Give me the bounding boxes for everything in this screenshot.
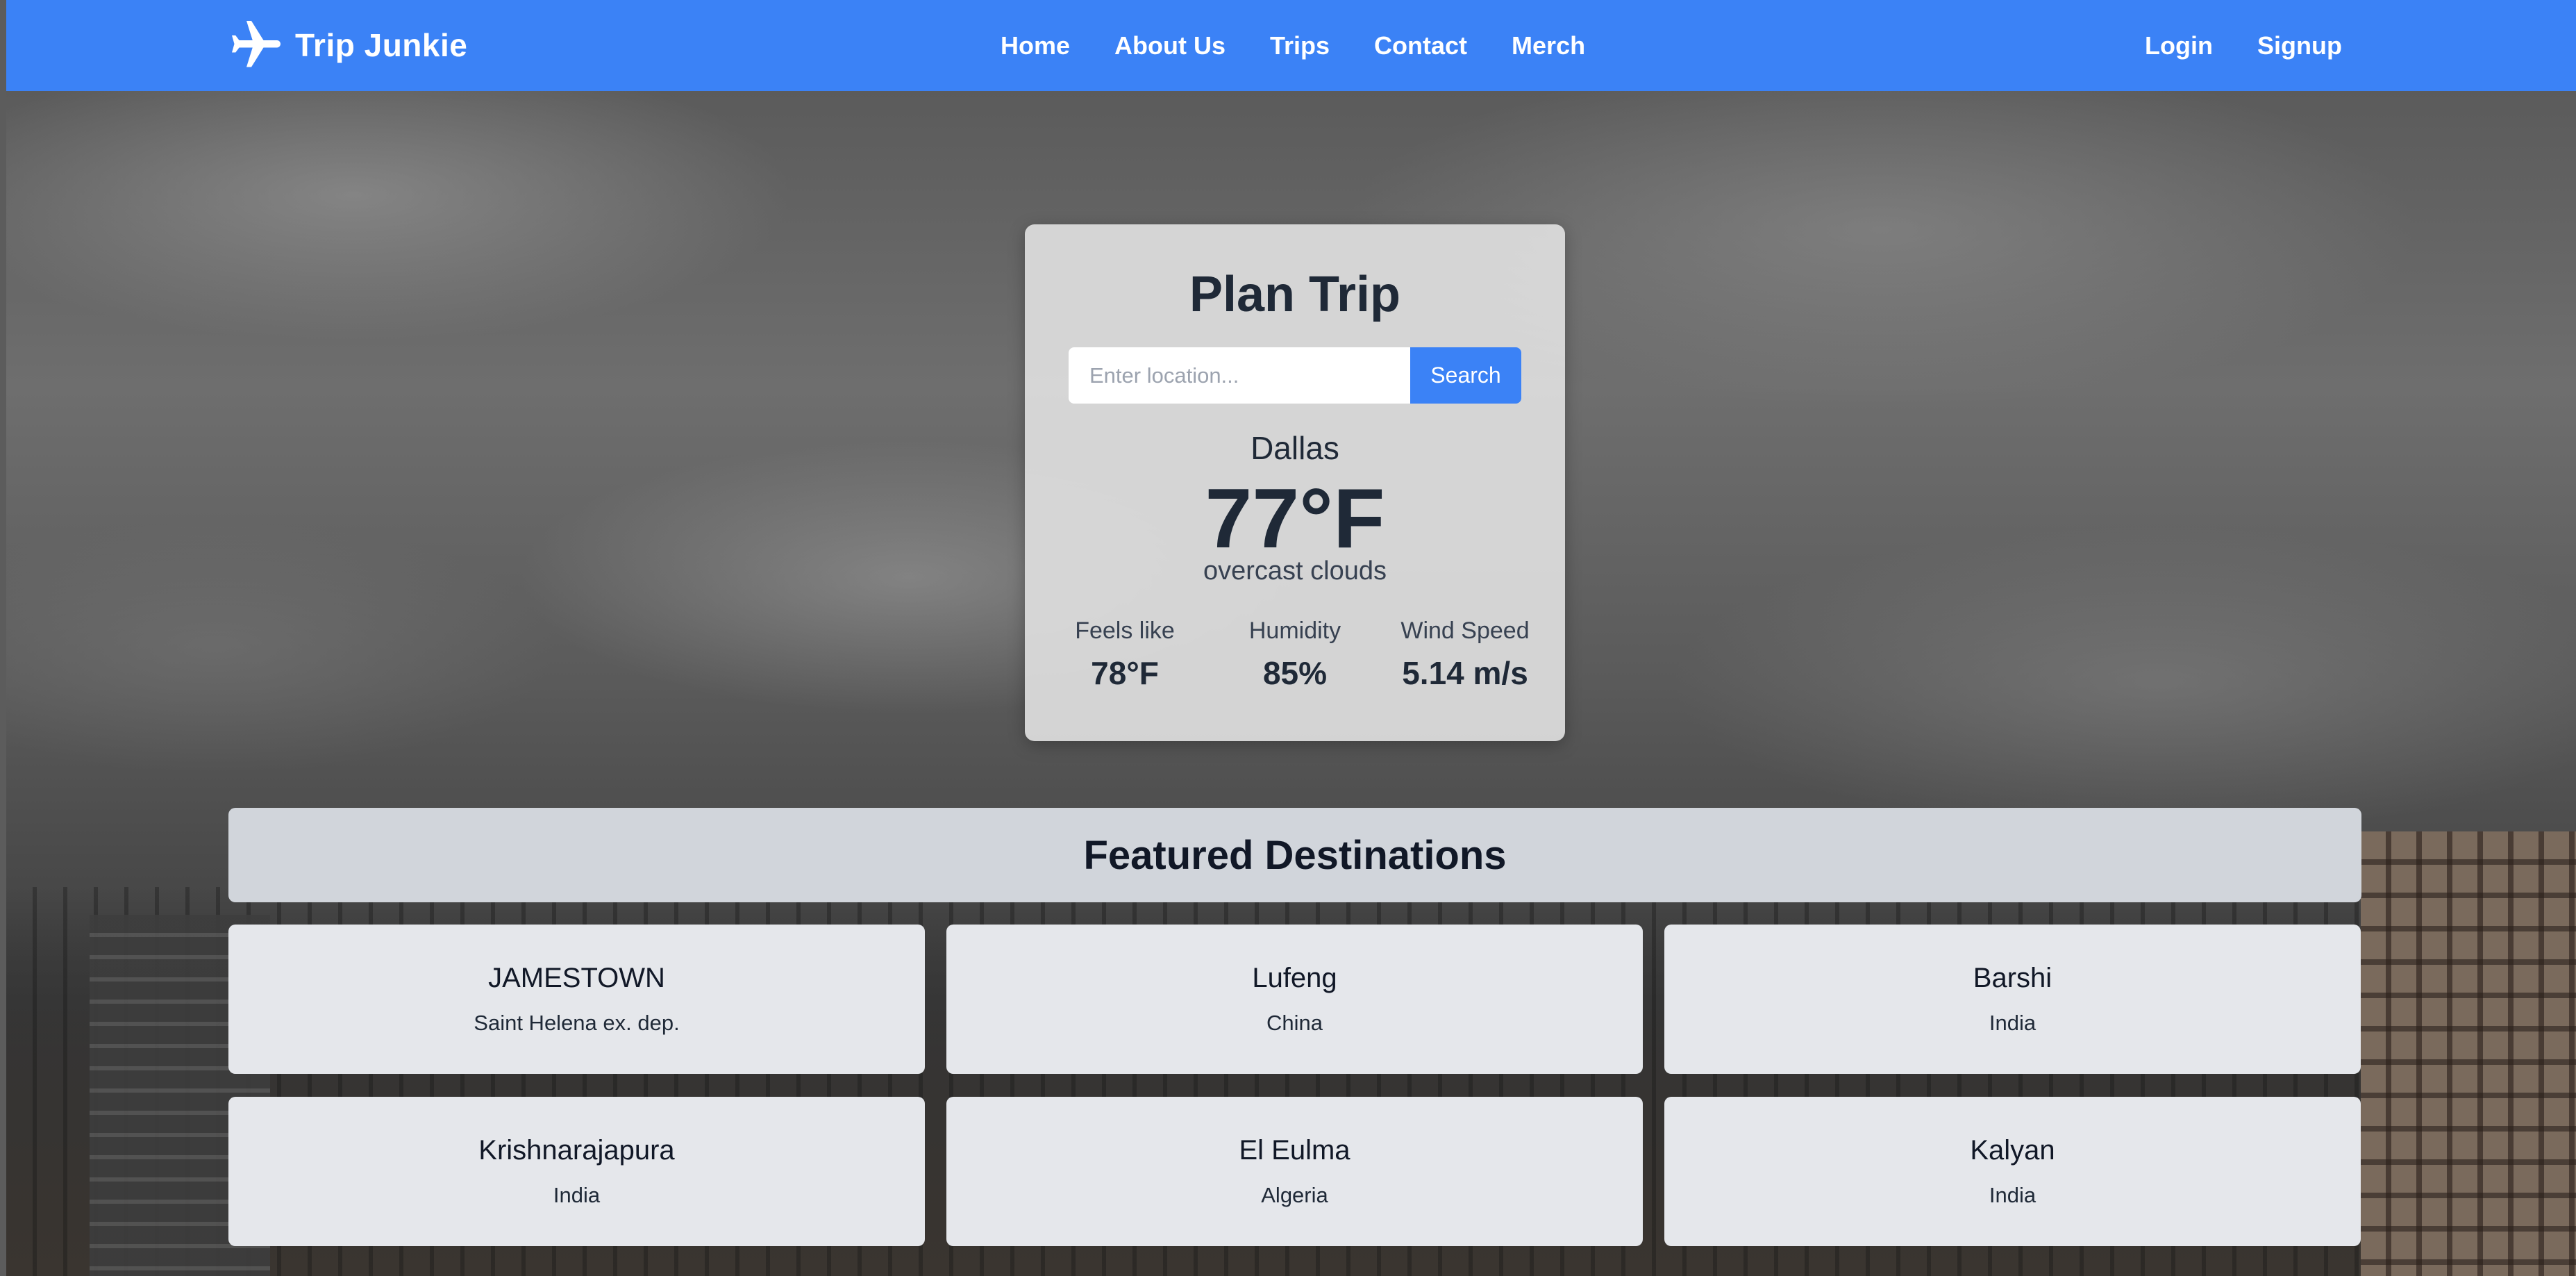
location-input[interactable] [1069, 347, 1410, 404]
airplane-icon [232, 21, 281, 67]
featured-title: Featured Destinations [1083, 832, 1507, 878]
signup-link[interactable]: Signup [2257, 31, 2342, 60]
location-search: Search [1069, 347, 1521, 404]
brand-name: Trip Junkie [295, 27, 468, 63]
brand-link[interactable]: Trip Junkie [227, 15, 467, 75]
destination-name: Barshi [1973, 963, 2052, 993]
destination-country: China [1266, 1011, 1323, 1035]
destination-name: Kalyan [1970, 1135, 2055, 1166]
stat-label: Humidity [1248, 618, 1341, 644]
destination-name: Krishnarajapura [478, 1135, 675, 1166]
stat-value: 5.14 m/s [1402, 655, 1528, 691]
destination-card[interactable]: Lufeng China [946, 925, 1643, 1074]
window-edge [0, 0, 6, 1276]
destination-card[interactable]: Kalyan India [1664, 1097, 2361, 1246]
weather-card: Plan Trip Search Dallas 77°F overcast cl… [1025, 224, 1565, 741]
destination-card[interactable]: Krishnarajapura India [228, 1097, 925, 1246]
auth-nav: Login Signup [2145, 0, 2342, 91]
building-right [2361, 831, 2576, 1276]
destination-card[interactable]: Barshi India [1664, 925, 2361, 1074]
weather-city: Dallas [1251, 430, 1339, 466]
nav-contact[interactable]: Contact [1374, 31, 1467, 60]
destination-name: JAMESTOWN [488, 963, 665, 993]
weather-description: overcast clouds [1203, 556, 1387, 586]
stat-wind-speed: Wind Speed 5.14 m/s [1386, 618, 1544, 692]
destination-card[interactable]: JAMESTOWN Saint Helena ex. dep. [228, 925, 925, 1074]
featured-header: Featured Destinations [228, 808, 2361, 902]
destination-name: El Eulma [1239, 1135, 1350, 1166]
destination-country: Algeria [1261, 1183, 1328, 1207]
destination-name: Lufeng [1252, 963, 1337, 993]
main-nav: Home About Us Trips Contact Merch [1001, 0, 1585, 91]
destination-country: India [1989, 1183, 2036, 1207]
destination-grid: JAMESTOWN Saint Helena ex. dep. Lufeng C… [228, 925, 2361, 1246]
plan-trip-title: Plan Trip [1189, 267, 1401, 322]
search-button[interactable]: Search [1410, 347, 1521, 404]
nav-trips[interactable]: Trips [1270, 31, 1330, 60]
stat-label: Feels like [1075, 618, 1175, 644]
weather-temperature: 77°F [1205, 471, 1385, 565]
weather-stats: Feels like 78°F Humidity 85% Wind Speed … [1046, 618, 1544, 692]
stat-label: Wind Speed [1400, 618, 1530, 644]
destination-country: India [1989, 1011, 2036, 1035]
nav-home[interactable]: Home [1001, 31, 1070, 60]
login-link[interactable]: Login [2145, 31, 2213, 60]
destination-card[interactable]: El Eulma Algeria [946, 1097, 1643, 1246]
stat-value: 78°F [1091, 655, 1159, 691]
stat-humidity: Humidity 85% [1216, 618, 1374, 692]
nav-merch[interactable]: Merch [1512, 31, 1585, 60]
nav-about-us[interactable]: About Us [1114, 31, 1226, 60]
navbar: Trip Junkie Home About Us Trips Contact … [6, 0, 2576, 91]
destination-country: Saint Helena ex. dep. [474, 1011, 680, 1035]
destination-country: India [553, 1183, 601, 1207]
stat-value: 85% [1262, 655, 1328, 691]
stat-feels-like: Feels like 78°F [1046, 618, 1204, 692]
